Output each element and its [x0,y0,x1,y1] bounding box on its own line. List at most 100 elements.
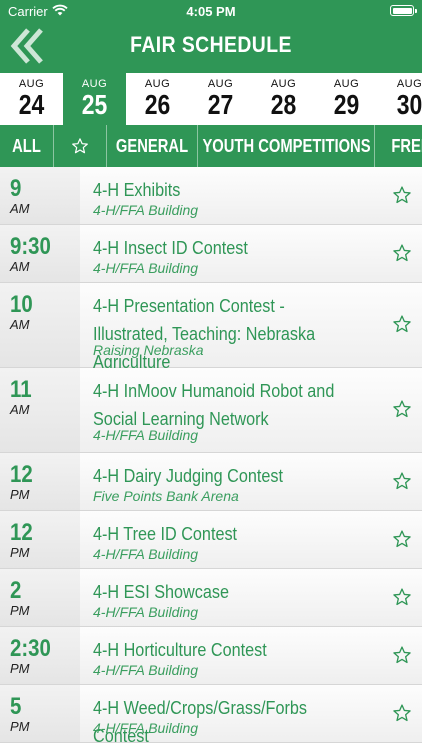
event-time: 2 [10,577,22,604]
favorite-button[interactable] [392,243,412,263]
event-row[interactable]: 9 AM 4-H Exhibits 4-H/FFA Building [0,167,422,225]
date-day: 24 [18,89,45,120]
event-location: Five Points Bank Arena [93,488,239,504]
filter-tab-label: GENERAL [115,135,189,156]
date-day: 29 [333,89,360,120]
favorite-button[interactable] [392,645,412,665]
event-title: 4-H Horticulture Contest [93,640,267,660]
event-time: 5 [10,693,22,720]
star-outline-icon [393,400,411,418]
event-location: 4-H/FFA Building [93,720,199,736]
event-title: 4-H Tree ID Contest [93,524,238,544]
date-strip: AUG 24 AUG 25 AUG 26 AUG 27 AUG 28 AUG 29 AUG 3… [0,73,422,125]
filter-bar: ALL GENERAL YOUTH COMPETITIONS FREE [0,125,422,167]
star-outline-icon [393,472,411,490]
event-row[interactable]: 10 AM 4-H Presentation Contest - Illustr… [0,283,422,372]
star-outline-icon [393,186,411,204]
favorite-button[interactable] [392,314,412,334]
event-body: 4-H ESI Showcase 4-H/FFA Building [80,569,422,626]
filter-tab-label: FREE [391,135,422,156]
event-time: 9:30 [10,233,51,260]
event-period: PM [10,719,30,734]
event-row[interactable]: 2 PM 4-H ESI Showcase 4-H/FFA Building [0,569,422,627]
filter-tab-youth-competitions[interactable]: YOUTH COMPETITIONS [198,125,375,167]
event-body: 4-H Dairy Judging Contest Five Points Ba… [80,453,422,510]
event-row[interactable]: 12 PM 4-H Dairy Judging Contest Five Poi… [0,453,422,511]
star-outline-icon [393,588,411,606]
event-period: PM [10,603,30,618]
favorite-button[interactable] [392,185,412,205]
date-item[interactable]: AUG 27 [189,73,252,125]
date-item[interactable]: AUG 24 [0,73,63,125]
event-period: PM [10,545,30,560]
event-period: PM [10,661,30,676]
star-outline-icon [393,530,411,548]
star-outline-icon [393,646,411,664]
event-location: 4-H/FFA Building [93,546,199,562]
event-location: 4-H/FFA Building [93,260,199,276]
event-time-column: 10 AM [0,283,80,367]
event-period: AM [10,259,30,274]
event-title: 4-H Dairy Judging Contest [93,466,283,486]
star-outline-icon [72,138,88,154]
date-item[interactable]: AUG 28 [252,73,315,125]
event-row[interactable]: 11 AM 4-H InMoov Humanoid Robot and Soci… [0,368,422,453]
event-list: 9 AM 4-H Exhibits 4-H/FFA Building 9:30 … [0,167,422,750]
filter-tab-label: YOUTH COMPETITIONS [201,135,371,156]
event-time-column: 12 PM [0,511,80,568]
status-time: 4:05 PM [186,4,236,19]
event-time-column: 12 PM [0,453,80,510]
event-time-column: 9:30 AM [0,225,80,282]
favorite-button[interactable] [392,471,412,491]
event-title: 4-H ESI Showcase [93,582,229,602]
filter-tab-all[interactable]: ALL [0,125,54,167]
star-outline-icon [393,704,411,722]
event-time: 9 [10,175,22,202]
event-row[interactable]: 5 PM 4-H Weed/Crops/Grass/Forbs Contest … [0,685,422,746]
date-item[interactable]: AUG 29 [315,73,378,125]
favorite-button[interactable] [392,703,412,723]
filter-tab-free[interactable]: FREE [375,125,422,167]
event-time-column: 9 AM [0,167,80,224]
event-location: 4-H/FFA Building [93,202,199,218]
date-day: 26 [144,89,171,120]
filter-tab-general[interactable]: GENERAL [107,125,198,167]
filter-tab-favorites[interactable] [54,125,107,167]
event-time: 11 [10,376,32,403]
event-row[interactable]: 2:30 PM 4-H Horticulture Contest 4-H/FFA… [0,627,422,685]
event-row[interactable]: 9:30 AM 4-H Insect ID Contest 4-H/FFA Bu… [0,225,422,283]
date-item[interactable]: AUG 30 [378,73,422,125]
event-location: 4-H/FFA Building [93,662,199,678]
event-body: 4-H Weed/Crops/Grass/Forbs Contest 4-H/F… [80,685,422,746]
event-title: 4-H Insect ID Contest [93,238,248,258]
date-item[interactable]: AUG 26 [126,73,189,125]
event-time-column: 11 AM [0,368,80,452]
event-row[interactable]: 12 PM 4-H Tree ID Contest 4-H/FFA Buildi… [0,511,422,569]
date-day: 27 [207,89,234,120]
page-title: FAIR SCHEDULE [130,32,292,57]
event-time: 12 [10,519,33,546]
event-location: 4-H/FFA Building [93,427,199,443]
event-title: 4-H InMoov Humanoid Robot and Social Lea… [93,381,335,429]
event-time: 2:30 [10,635,51,662]
event-body: 4-H Tree ID Contest 4-H/FFA Building [80,511,422,568]
event-period: AM [10,317,30,332]
date-day: 25 [81,89,108,120]
favorite-button[interactable] [392,587,412,607]
event-time: 10 [10,291,33,318]
event-body: 4-H Presentation Contest - Illustrated, … [80,283,422,372]
event-title: 4-H Exhibits [93,180,181,200]
event-period: AM [10,402,30,417]
event-time: 12 [10,461,33,488]
event-body: 4-H Exhibits 4-H/FFA Building [80,167,422,224]
event-time-column: 2 PM [0,569,80,626]
star-outline-icon [393,315,411,333]
event-location: 4-H/FFA Building [93,604,199,620]
event-period: PM [10,487,30,502]
date-item-selected[interactable]: AUG 25 [63,73,126,125]
favorite-button[interactable] [392,529,412,549]
event-period: AM [10,201,30,216]
header: Carrier 4:05 PM FAIR SCHEDULE [0,0,422,73]
favorite-button[interactable] [392,399,412,419]
status-bar: Carrier 4:05 PM [0,0,422,22]
